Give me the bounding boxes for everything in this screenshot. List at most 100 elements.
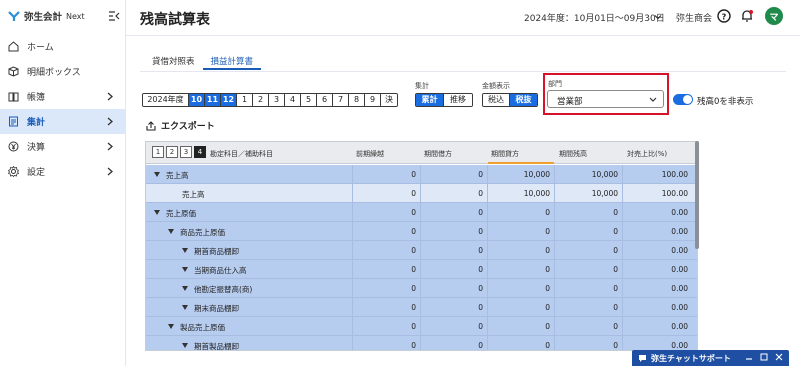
period-button-11[interactable]: 11 [205,94,221,106]
account-name: 売上原価 [166,209,196,218]
expand-caret-icon[interactable] [154,210,160,215]
period-button-9[interactable]: 9 [365,94,381,106]
column-divider [622,222,623,241]
table-row[interactable]: 売上原価 0 0 0 0 0.00 [146,203,697,222]
column-divider [554,241,555,260]
period-button-3[interactable]: 3 [269,94,285,106]
column-divider [352,279,353,298]
sidebar-item-closing[interactable]: 決算 [0,134,126,159]
period-button-4[interactable]: 4 [285,94,301,106]
account-name: 売上高 [182,190,205,199]
amount-cell: 0 [478,189,483,198]
column-header-account: 勘定科目／補助科目 [210,150,273,158]
sidebar-nav: ホーム 明細ボックス 帳簿 集計 決算 設定 [0,34,126,184]
company-name[interactable]: 弥生商会 [676,11,712,24]
aggregation-cumulative[interactable]: 累計 [416,94,444,106]
amount-tax-excluded[interactable]: 税抜 [510,94,537,106]
period-button-6[interactable]: 6 [317,94,333,106]
amount-cell: 0 [411,227,416,236]
table-row[interactable]: 売上高 0 0 10,000 10,000 100.00 [146,165,697,184]
brand-name: 弥生会計 [24,12,63,23]
column-divider [487,336,488,350]
expand-caret-icon[interactable] [182,305,188,310]
hide-zero-toggle[interactable] [673,94,693,105]
table-row[interactable]: 商品売上原価 0 0 0 0 0.00 [146,222,697,241]
sidebar-item-aggregate[interactable]: 集計 [0,109,126,134]
table-row[interactable]: 当期商品仕入高 0 0 0 0 0.00 [146,260,697,279]
department-select[interactable]: 営業部 [547,90,664,108]
table-row[interactable]: 期末商品棚卸 0 0 0 0 0.00 [146,298,697,317]
account-name: 期末商品棚卸 [194,304,239,313]
aggregation-trend[interactable]: 推移 [444,94,472,106]
table-row[interactable]: 製品売上原価 0 0 0 0 0.00 [146,317,697,336]
period-button-closing[interactable]: 決 [381,94,397,106]
chevron-right-icon [107,92,113,101]
minimize-icon[interactable] [745,353,753,361]
help-icon[interactable]: ? [717,9,731,23]
sidebar-item-box[interactable]: 明細ボックス [0,59,126,84]
expand-caret-icon[interactable] [182,343,188,348]
period-selector: 2024年度 10 11 12 1 2 3 4 5 6 7 8 9 決 [142,93,398,107]
amount-cell: 0 [411,341,416,350]
column-header-opening: 前期繰越 [356,150,384,158]
period-button-5[interactable]: 5 [301,94,317,106]
level-button-3[interactable]: 3 [180,146,192,158]
period-button-8[interactable]: 8 [349,94,365,106]
brand[interactable]: 弥生会計 Next [8,9,85,23]
column-divider [622,279,623,298]
amount-cell: 100.00 [661,170,688,179]
table-row[interactable]: 期首商品棚卸 0 0 0 0 0.00 [146,241,697,260]
period-button-year[interactable]: 2024年度 [143,94,189,106]
expand-caret-icon[interactable] [168,324,174,329]
level-button-4[interactable]: 4 [194,146,206,158]
sidebar-item-home[interactable]: ホーム [0,34,126,59]
table-scrollbar[interactable] [695,141,699,249]
fiscal-period-selector[interactable]: 2024年度：10月01日〜09月30日 [524,11,665,24]
maximize-icon[interactable] [760,353,768,361]
chat-support-label: 弥生チャットサポート [651,353,731,363]
collapse-sidebar-icon[interactable] [108,10,120,22]
column-divider [420,317,421,336]
column-divider [420,298,421,317]
close-icon[interactable] [775,353,783,361]
amount-cell: 10,000 [523,170,550,179]
sidebar-item-books[interactable]: 帳簿 [0,84,126,109]
amount-tax-included[interactable]: 税込 [483,94,510,106]
period-button-1[interactable]: 1 [237,94,253,106]
column-divider [622,241,623,260]
period-button-7[interactable]: 7 [333,94,349,106]
chevron-down-icon[interactable] [654,13,662,21]
level-button-2[interactable]: 2 [166,146,178,158]
level-button-1[interactable]: 1 [152,146,164,158]
expand-caret-icon[interactable] [182,286,188,291]
amount-cell: 0.00 [671,227,688,236]
sidebar-item-settings[interactable]: 設定 [0,159,126,184]
expand-caret-icon[interactable] [154,172,160,177]
table-row[interactable]: 期首製品棚卸 0 0 0 0 0.00 [146,336,697,350]
period-button-12[interactable]: 12 [221,94,237,106]
amount-display-toggle: 税込 税抜 [482,93,538,107]
notification-bell-icon[interactable] [740,9,754,23]
book-icon [8,92,19,102]
table-row[interactable]: 売上高 0 0 10,000 10,000 100.00 [146,184,697,203]
tab-balance-sheet[interactable]: 貸借対照表 [144,55,203,70]
column-divider [487,184,488,203]
expand-caret-icon[interactable] [168,229,174,234]
tab-income-statement[interactable]: 損益計算書 [202,55,262,70]
chat-support-bar[interactable]: 弥生チャットサポート [632,350,789,366]
column-divider [554,336,555,350]
avatar[interactable]: マ [765,7,783,25]
brand-suffix: Next [66,11,85,21]
table-row[interactable]: 他勘定振替高(商) 0 0 0 0 0.00 [146,279,697,298]
period-button-2[interactable]: 2 [253,94,269,106]
column-divider [352,203,353,222]
period-button-10[interactable]: 10 [189,94,205,106]
column-divider [622,260,623,279]
yayoi-logo-icon [8,11,20,21]
amount-cell: 0 [411,284,416,293]
expand-caret-icon[interactable] [182,267,188,272]
column-divider [420,260,421,279]
expand-caret-icon[interactable] [182,248,188,253]
account-name: 他勘定振替高(商) [194,285,253,294]
export-button[interactable]: エクスポート [146,119,215,132]
